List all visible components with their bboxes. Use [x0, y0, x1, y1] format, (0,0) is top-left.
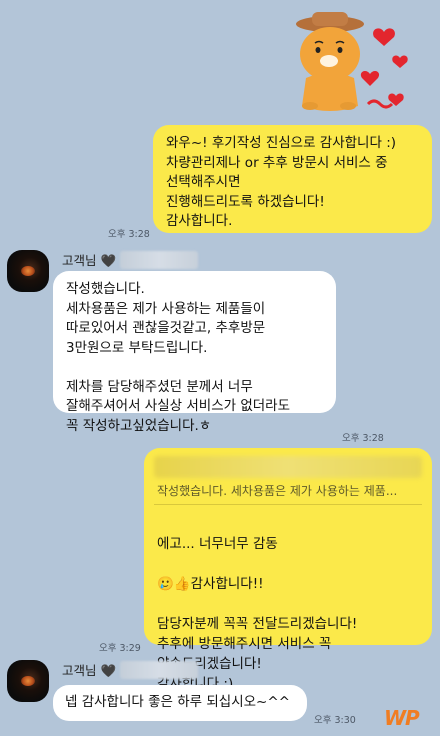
- quoted-message-text[interactable]: 작성했습니다. 세차용품은 제가 사용하는 제품...: [157, 482, 397, 502]
- lion-sticker-icon: [296, 12, 408, 111]
- message-time: 오후 3:29: [99, 643, 141, 654]
- reply-line-1: 에고... 너무너무 감동: [157, 536, 278, 552]
- quoted-header-blur: [154, 456, 422, 478]
- reply-line-2: 🥲👍감사합니다!!: [157, 574, 357, 594]
- other-message-bubble: 넵 감사합니다 좋은 하루 되십시오~^^: [53, 685, 307, 721]
- reply-text: 에고... 너무너무 감동 🥲👍감사합니다!! 담당자분께 꼭꼭 전달드리겠습니…: [157, 514, 357, 714]
- sender-avatar[interactable]: [7, 660, 49, 702]
- sender-name: 고객님 🖤: [62, 253, 117, 268]
- sticker-lion: [288, 10, 418, 116]
- my-message-bubble: 와우~! 후기작성 진심으로 감사합니다 :) 차량관리제나 or 추후 방문시…: [153, 125, 432, 233]
- sender-name-row: 고객님 🖤: [62, 660, 199, 679]
- message-time: 오후 3:28: [108, 229, 150, 240]
- emoji-icon: 🥲👍: [157, 576, 191, 592]
- reply-line-2-text: 감사합니다!!: [190, 576, 264, 592]
- other-message-bubble: 작성했습니다. 세차용품은 제가 사용하는 제품들이 따로있어서 괜찮을것같고,…: [53, 271, 336, 434]
- sender-name: 고객님 🖤: [62, 663, 117, 678]
- my-reply-bubble: 작성했습니다. 세차용품은 제가 사용하는 제품... 에고... 너무너무 감…: [144, 448, 432, 692]
- watermark-logo: WP: [384, 706, 420, 730]
- reply-rest: 담당자분께 꼭꼭 전달드리겠습니다! 추후에 방문해주시면 서비스 꼭 약속드리…: [157, 616, 358, 692]
- message-time: 오후 3:28: [342, 433, 384, 444]
- sender-name-row: 고객님 🖤: [62, 250, 199, 269]
- sender-avatar[interactable]: [7, 250, 49, 292]
- message-time: 오후 3:30: [314, 715, 356, 726]
- quote-divider: [154, 504, 422, 505]
- redacted-tag: [120, 660, 199, 679]
- redacted-tag: [120, 250, 199, 269]
